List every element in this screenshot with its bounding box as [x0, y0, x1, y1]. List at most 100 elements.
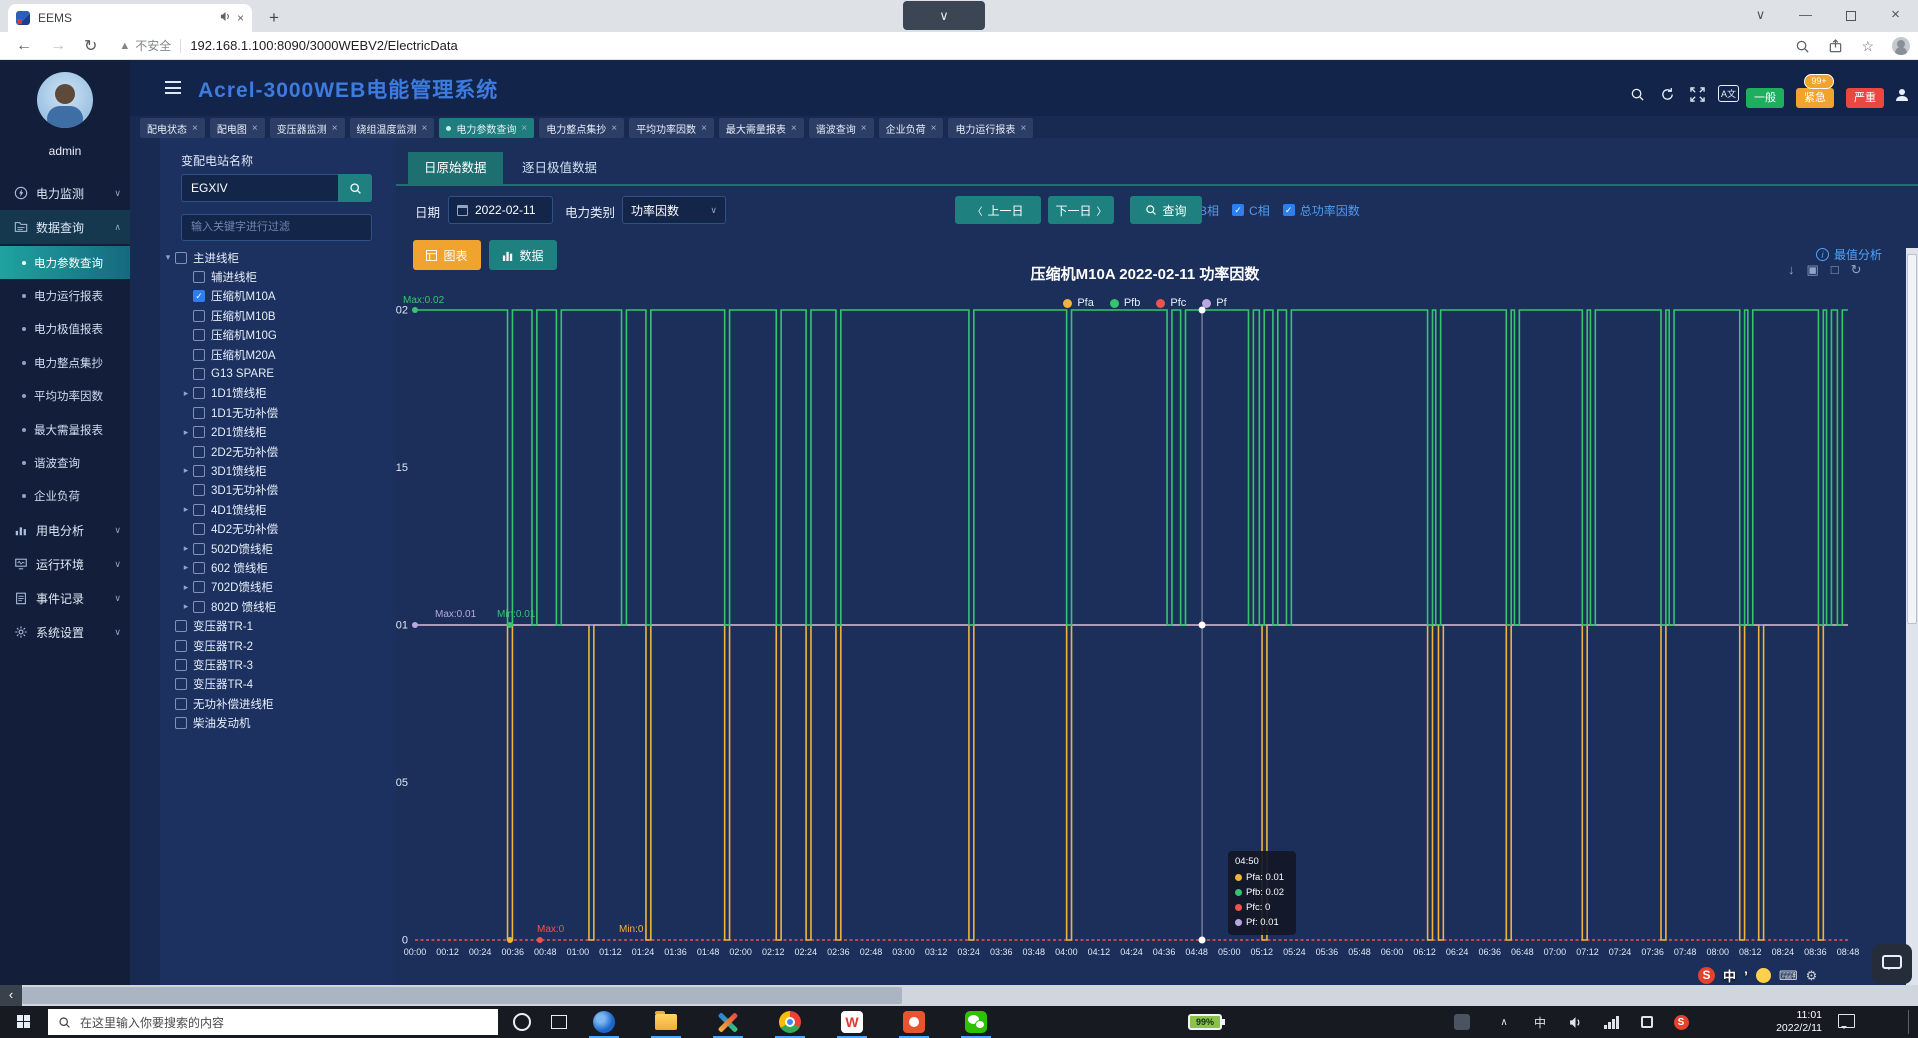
query-button[interactable]: 查询 [1130, 196, 1202, 224]
sogou-logo-icon[interactable]: S [1698, 967, 1715, 984]
browser-center-dropdown[interactable]: ∨ [903, 1, 985, 30]
tab-chip[interactable]: 电力运行报表× [948, 118, 1033, 138]
tab-chip[interactable]: 企业负荷× [879, 118, 944, 138]
tray-network-icon[interactable] [1598, 1006, 1624, 1038]
zoom-icon[interactable] [1795, 39, 1810, 54]
sidebar-item-3[interactable]: 电力整点集抄 [0, 346, 130, 379]
caret-icon[interactable]: ▸ [181, 465, 191, 476]
tree-node[interactable]: ▸602 馈线柜 [160, 558, 396, 577]
ime-mode-icon[interactable]: 中 [1723, 966, 1736, 985]
tree-node[interactable]: ▸702D馈线柜 [160, 578, 396, 597]
keyboard-icon[interactable]: ⌨ [1779, 968, 1798, 984]
maximize-button[interactable] [1828, 0, 1873, 30]
close-icon[interactable]: × [1020, 123, 1026, 134]
close-icon[interactable]: × [611, 123, 617, 134]
prev-day-button[interactable]: 〈 上一日 [955, 196, 1041, 224]
tree-node[interactable]: ▸502D馈线柜 [160, 539, 396, 558]
punctuation-icon[interactable]: ’ [1744, 968, 1748, 984]
taskbar-app-wechat[interactable] [953, 1006, 999, 1038]
close-icon[interactable]: × [701, 123, 707, 134]
tab-chip[interactable]: 配电状态× [140, 118, 205, 138]
tree-checkbox[interactable] [193, 407, 205, 419]
tray-chevron-up-icon[interactable]: ∧ [1492, 1006, 1516, 1038]
taskbar-app-chrome[interactable] [767, 1006, 813, 1038]
settings-wrench-icon[interactable]: ⚙ [1806, 968, 1818, 984]
sidebar-item-7[interactable]: 企业负荷 [0, 480, 130, 513]
taskbar-search[interactable]: 在这里输入你要搜索的内容 [48, 1009, 498, 1035]
task-view-icon[interactable] [551, 1015, 567, 1029]
tray-sogou-icon[interactable]: S [1668, 1006, 1694, 1038]
caret-icon[interactable]: ▸ [181, 601, 191, 612]
close-icon[interactable]: × [422, 123, 428, 134]
extreme-analysis-link[interactable]: i 最值分析 [1816, 246, 1882, 263]
close-icon[interactable]: × [252, 123, 258, 134]
tab-daily-raw-data[interactable]: 日原始数据 [408, 152, 503, 184]
taskbar-clock[interactable]: 11:01 2022/2/11 [1742, 1009, 1822, 1035]
tree-node[interactable]: G13 SPARE [160, 364, 396, 383]
minimize-button[interactable]: — [1783, 0, 1828, 30]
alarm-urgent-button[interactable]: 紧急 [1796, 88, 1834, 108]
show-desktop-sliver[interactable] [1908, 1010, 1909, 1034]
sidebar-section-analysis[interactable]: 用电分析∨ [0, 513, 130, 547]
cortana-icon[interactable] [513, 1013, 531, 1031]
tree-checkbox[interactable] [193, 562, 205, 574]
window-chevron-icon[interactable]: ∨ [1738, 0, 1783, 30]
sidebar-item-4[interactable]: 平均功率因数 [0, 380, 130, 413]
reload-button[interactable]: ↻ [84, 36, 97, 56]
restore-icon[interactable]: □ [1831, 262, 1839, 278]
tray-app-icon[interactable] [1448, 1006, 1476, 1038]
tree-checkbox[interactable] [175, 659, 187, 671]
tree-node[interactable]: 压缩机M10G [160, 326, 396, 345]
tray-ime-indicator[interactable]: 中 [1528, 1006, 1552, 1038]
url-text[interactable]: 192.168.1.100:8090/3000WEBV2/ElectricDat… [190, 38, 457, 53]
taskbar-app-blue-circle[interactable] [581, 1006, 627, 1038]
date-input[interactable]: 2022-02-11 [448, 196, 553, 224]
share-icon[interactable] [1828, 39, 1843, 54]
tab-audio-icon[interactable] [220, 11, 231, 25]
tree-checkbox[interactable] [175, 717, 187, 729]
tree-node[interactable]: 2D2无功补偿 [160, 442, 396, 461]
close-icon[interactable]: × [332, 123, 338, 134]
phase-checkbox[interactable]: ✓C相 [1232, 202, 1270, 219]
tree-node[interactable]: ▸1D1馈线柜 [160, 384, 396, 403]
sidebar-item-1[interactable]: 电力运行报表 [0, 279, 130, 312]
back-button[interactable]: ← [16, 37, 32, 55]
horizontal-scrollbar[interactable]: ‹ [0, 985, 1918, 1006]
caret-icon[interactable]: ▸ [181, 562, 191, 573]
alarm-normal-button[interactable]: 一般 [1746, 88, 1784, 108]
tree-filter-input[interactable]: 输入关键字进行过滤 [181, 214, 372, 241]
forward-button[interactable]: → [50, 37, 66, 55]
sidebar-section-settings[interactable]: 系统设置∨ [0, 615, 130, 649]
emoji-icon[interactable] [1756, 968, 1771, 983]
translate-icon[interactable]: A文 [1718, 85, 1739, 102]
vertical-scrollbar-thumb[interactable] [1907, 254, 1917, 624]
tree-node[interactable]: 压缩机M20A [160, 345, 396, 364]
tree-node[interactable]: 1D1无功补偿 [160, 403, 396, 422]
security-chip[interactable]: ▲ 不安全 [119, 37, 190, 54]
tree-node[interactable]: 变压器TR-3 [160, 655, 396, 674]
horizontal-scrollbar-thumb[interactable] [22, 987, 902, 1004]
power-factor-chart[interactable]: 0.020.0150.010.005000:0000:1200:2400:360… [396, 290, 1908, 970]
tab-chip[interactable]: 电力参数查询× [439, 118, 534, 138]
sidebar-item-6[interactable]: 谐波查询 [0, 446, 130, 479]
tree-checkbox[interactable] [193, 329, 205, 341]
station-search-button[interactable] [338, 174, 372, 202]
tab-chip[interactable]: 电力整点集抄× [539, 118, 624, 138]
user-icon[interactable] [1894, 87, 1910, 108]
tree-node[interactable]: 压缩机M10B [160, 306, 396, 325]
station-input[interactable]: EGXIV [181, 174, 338, 202]
fullscreen-icon[interactable] [1690, 87, 1705, 107]
browser-profile-icon[interactable] [1892, 37, 1910, 55]
tree-checkbox[interactable] [193, 349, 205, 361]
close-icon[interactable]: × [521, 123, 527, 134]
caret-icon[interactable]: ▸ [181, 504, 191, 515]
tree-checkbox[interactable] [193, 465, 205, 477]
tree-node[interactable]: ✓压缩机M10A [160, 287, 396, 306]
tree-checkbox[interactable] [193, 446, 205, 458]
tab-daily-extreme-data[interactable]: 逐日极值数据 [506, 152, 613, 184]
tree-node[interactable]: 无功补偿进线柜 [160, 694, 396, 713]
tree-checkbox[interactable] [193, 601, 205, 613]
tree-node[interactable]: 3D1无功补偿 [160, 481, 396, 500]
tree-node[interactable]: 柴油发动机 [160, 714, 396, 733]
tree-node[interactable]: 变压器TR-1 [160, 617, 396, 636]
